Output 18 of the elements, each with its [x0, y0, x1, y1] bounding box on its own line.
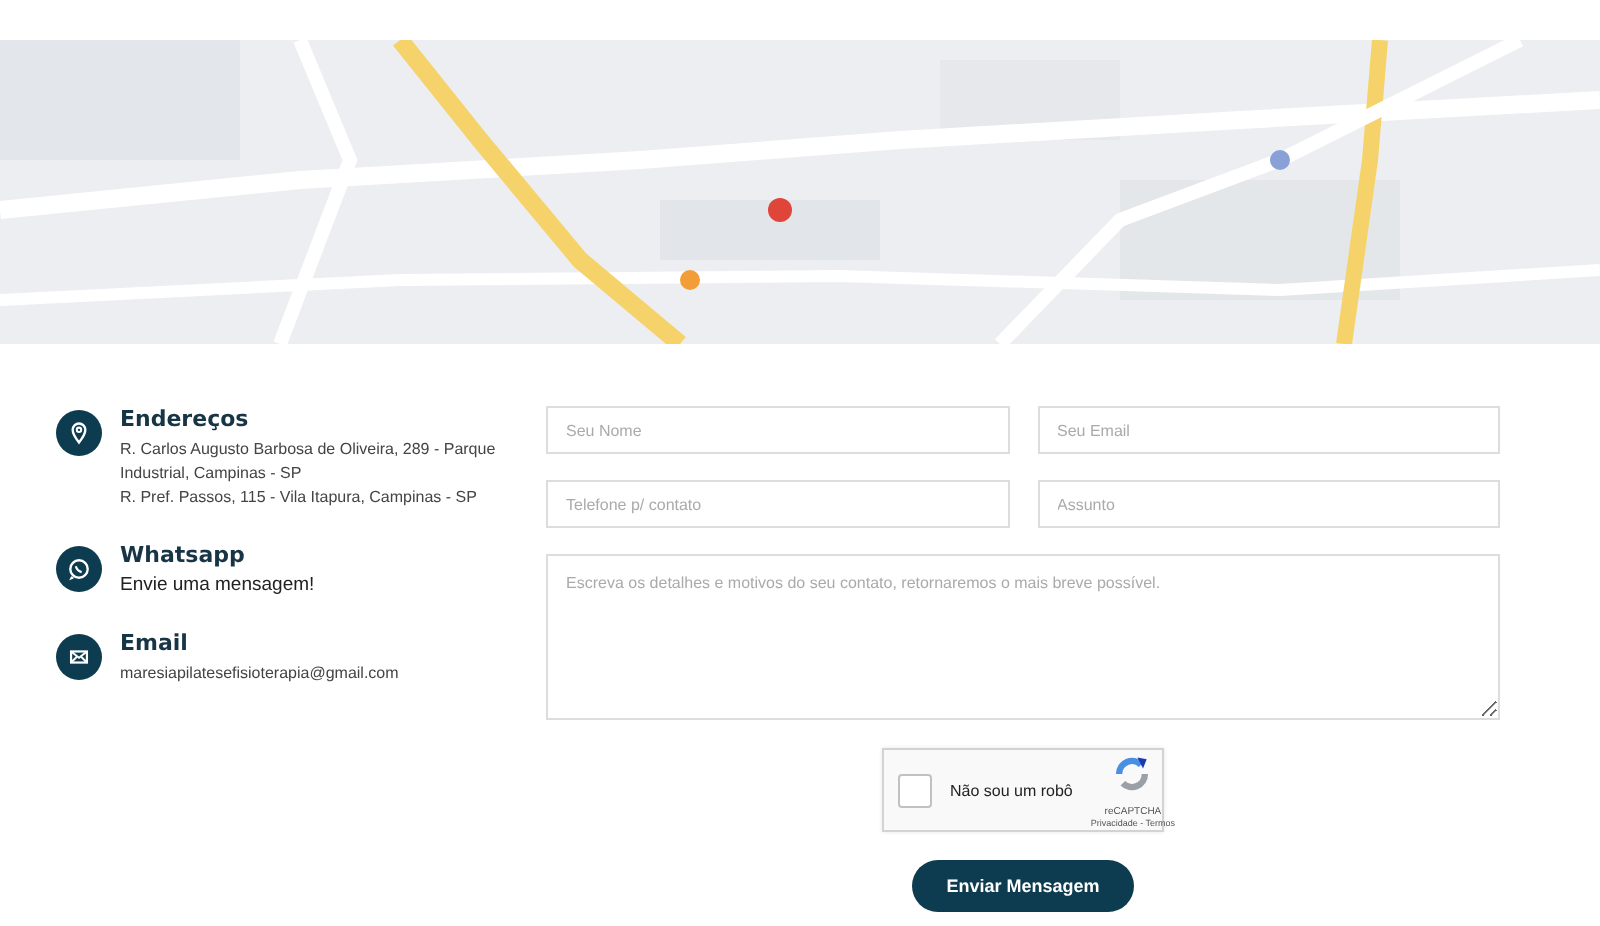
contact-text: R. Pref. Passos, 115 - Vila Itapura, Campinas - SP: [120, 486, 479, 510]
contact-title: Whatsapp: [120, 542, 247, 568]
message-field[interactable]: Escreva os detalhes e motivos do seu contato, retornaremos o mais breve possível.: [546, 554, 1500, 720]
chat-bubble-icon: [56, 546, 102, 592]
captcha-label: Não sou um robô: [950, 781, 1073, 799]
input-field[interactable]: Assunto: [1037, 480, 1500, 528]
envelope-icon: [56, 634, 102, 680]
location-pin-icon: [56, 410, 102, 456]
send-button[interactable]: Enviar Mensagem: [912, 860, 1134, 912]
checkbox[interactable]: [898, 773, 932, 807]
contact-text: maresiapilatesefisioterapia@gmail.com: [120, 662, 399, 686]
contact-text: R. Carlos Augusto Barbosa de Oliveira, 289 - Parque Industrial, Campinas - SP: [120, 438, 498, 486]
input-field[interactable]: Telefone p/ contato: [546, 480, 1009, 528]
contact-title: Email: [120, 630, 190, 656]
input-field[interactable]: Seu Nome: [546, 406, 1009, 454]
contact-title: Endereços: [120, 406, 251, 432]
input-field[interactable]: Seu Email: [1037, 406, 1500, 454]
contact-text: Envie uma mensagem!: [120, 574, 315, 598]
